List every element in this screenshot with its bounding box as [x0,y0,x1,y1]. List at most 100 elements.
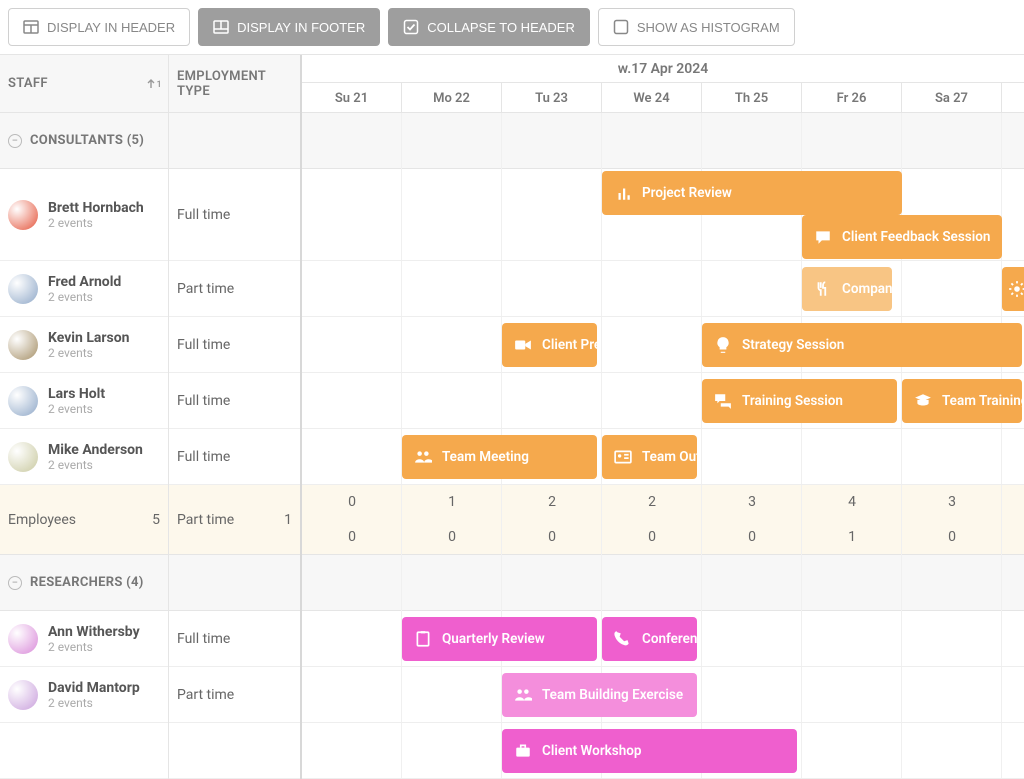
event-quarterly-review[interactable]: Quarterly Review [402,617,597,661]
day-header[interactable]: Fr 26 [802,83,902,113]
timeline-row-david[interactable]: Team Building Exercise [302,667,1024,723]
staff-name: Ann Withersby [48,624,140,640]
group-spacer [169,113,300,169]
staff-name: Mike Anderson [48,442,143,458]
show-as-histogram-label: SHOW AS HISTOGRAM [637,20,780,35]
display-in-footer-button[interactable]: DISPLAY IN FOOTER [198,8,380,46]
employment-cell: Full time [169,611,300,667]
column-header-employment-label: EMPLOYMENT TYPE [177,69,292,99]
staff-events-count: 2 events [48,216,144,230]
staff-row-ann[interactable]: Ann Withersby2 events [0,611,168,667]
display-in-footer-label: DISPLAY IN FOOTER [237,20,365,35]
timeline-row-brett[interactable]: Project Review Client Feedback Session [302,169,1024,261]
event-team-building[interactable]: Team Building Exercise [502,673,697,717]
summary-employees-count: 5 [152,512,160,528]
employment-cell: Full time [169,317,300,373]
timeline-row-fred[interactable]: Company Retreat [302,261,1024,317]
summary-cell: 3 [702,485,802,520]
event-team-training[interactable]: Team Training [902,379,1022,423]
timeline-summary: 0122343 0000010 [302,485,1024,555]
display-in-header-button[interactable]: DISPLAY IN HEADER [8,8,190,46]
event-label: Team Training [942,393,1022,409]
day-header[interactable]: We 24 [602,83,702,113]
day-header[interactable]: Tu 23 [502,83,602,113]
day-header[interactable]: Th 25 [702,83,802,113]
video-icon [514,336,532,354]
event-project-review[interactable]: Project Review [602,171,902,215]
event-label: Strategy Session [742,337,844,353]
staff-name: Brett Hornbach [48,200,144,216]
group-consultants-toggle[interactable]: − CONSULTANTS (5) [0,113,168,169]
summary-cell: 0 [402,520,502,555]
group-consultants-label: CONSULTANTS (5) [30,133,144,148]
staff-row-next[interactable] [0,723,168,779]
staff-row-mike[interactable]: Mike Anderson2 events [0,429,168,485]
collapse-to-header-button[interactable]: COLLAPSE TO HEADER [388,8,590,46]
avatar [8,680,38,710]
event-partial[interactable] [1002,267,1024,311]
staff-events-count: 2 events [48,402,105,416]
summary-cell: 0 [702,520,802,555]
event-label: Quarterly Review [442,631,545,647]
table-icon [213,19,229,35]
group-summary-emp: Part time1 [169,485,300,555]
event-client-feedback[interactable]: Client Feedback Session [802,215,1002,259]
summary-cell: 0 [502,520,602,555]
summary-cell: 1 [802,520,902,555]
check-square-icon [403,19,419,35]
event-label: Company Retreat [842,281,892,297]
employment-cell: Full time [169,169,300,261]
event-team-meeting[interactable]: Team Meeting [402,435,597,479]
timeline-row-ann[interactable]: Quarterly Review Conference [302,611,1024,667]
staff-events-count: 2 events [48,346,129,360]
event-label: Project Review [642,185,732,201]
timeline-row-kevin[interactable]: Client Presentation Strategy Session [302,317,1024,373]
staff-row-fred[interactable]: Fred Arnold2 events [0,261,168,317]
sort-asc-icon[interactable]: 1 [145,78,162,90]
event-label: Team Outing [642,449,697,465]
day-header[interactable]: Sa 27 [902,83,1002,113]
timeline-row-lars[interactable]: Training Session Team Training [302,373,1024,429]
event-conference[interactable]: Conference [602,617,697,661]
gear-icon [1008,280,1024,298]
column-header-staff-label: STAFF [8,76,48,91]
avatar [8,274,38,304]
utensils-icon [814,280,832,298]
event-strategy-session[interactable]: Strategy Session [702,323,1022,367]
event-label: Client Feedback Session [842,229,990,245]
event-team-outing[interactable]: Team Outing [602,435,697,479]
summary-cell: 3 [902,485,1002,520]
event-label: Conference [642,631,697,647]
timeline-row-mike[interactable]: Team Meeting Team Outing [302,429,1024,485]
timeline-row-next[interactable]: Client Workshop [302,723,1024,779]
staff-row-david[interactable]: David Mantorp2 events [0,667,168,723]
staff-name: Lars Holt [48,386,105,402]
avatar [8,624,38,654]
timeline-group-spacer [302,555,1024,611]
event-client-presentation[interactable]: Client Presentation [502,323,597,367]
event-label: Client Presentation [542,337,597,353]
column-header-employment[interactable]: EMPLOYMENT TYPE [169,55,300,113]
show-as-histogram-button[interactable]: SHOW AS HISTOGRAM [598,8,795,46]
summary-cell: 0 [602,520,702,555]
staff-row-brett[interactable]: Brett Hornbach2 events [0,169,168,261]
summary-cell: 4 [802,485,902,520]
day-header[interactable]: Mo 22 [402,83,502,113]
column-header-staff[interactable]: STAFF 1 [0,55,168,113]
event-label: Client Workshop [542,743,642,759]
event-client-workshop[interactable]: Client Workshop [502,729,797,773]
table-icon [23,19,39,35]
lightbulb-icon [714,336,732,354]
collapse-icon: − [8,134,22,148]
group-spacer [169,555,300,611]
event-label: Team Building Exercise [542,687,683,703]
users-icon [514,686,532,704]
event-company-retreat[interactable]: Company Retreat [802,267,892,311]
briefcase-icon [514,742,532,760]
day-header[interactable]: Su 21 [302,83,402,113]
group-researchers-toggle[interactable]: − RESEARCHERS (4) [0,555,168,611]
summary-parttime-count: 1 [284,512,292,528]
staff-row-lars[interactable]: Lars Holt2 events [0,373,168,429]
event-training-session[interactable]: Training Session [702,379,897,423]
staff-row-kevin[interactable]: Kevin Larson2 events [0,317,168,373]
